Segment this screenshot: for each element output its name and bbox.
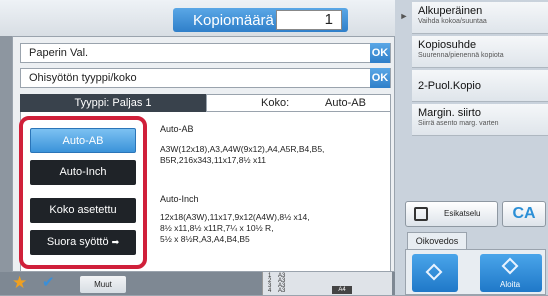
size-line: B5R,216x343,11x17,8½ x11: [160, 155, 267, 165]
start-button[interactable]: Aloita: [480, 254, 542, 292]
paper-select-label: Paperin Val.: [29, 47, 89, 59]
auto-inch-title: Auto-Inch: [160, 194, 199, 204]
panel-toggle-arrow-icon[interactable]: ►: [397, 2, 411, 30]
copies-label: Kopiomäärä: [193, 12, 274, 29]
auto-ab-size-list: A3W(12x18),A3,A4W(9x12),A4,A5R,B4,B5, B5…: [160, 144, 388, 166]
tab-size-value: Auto-AB: [325, 97, 366, 109]
size-line: 12x18(A3W),11x17,9x12(A4W),8½ x14,: [160, 212, 310, 222]
tab-bar: Tyyppi: Paljas 1 Koko: Auto-AB: [20, 94, 391, 112]
right-item-title: Kopiosuhde: [418, 39, 477, 51]
right-item-margin-shift[interactable]: Margin. siirto Siirrä asento marg. varte…: [412, 104, 548, 136]
tab-size[interactable]: Koko: Auto-AB: [206, 94, 391, 112]
preview-icon: [414, 207, 428, 221]
check-icon[interactable]: ✔: [42, 273, 55, 291]
paper-select-ok-button[interactable]: OK: [370, 43, 390, 63]
preview-button[interactable]: Esikatselu: [405, 201, 498, 227]
paper-select-row[interactable]: Paperin Val. OK: [20, 43, 391, 63]
right-item-subtitle: Siirrä asento marg. varten: [418, 120, 499, 127]
right-item-subtitle: Suurenna/pienennä kopiota: [418, 52, 504, 59]
right-item-copy-ratio[interactable]: Kopiosuhde Suurenna/pienennä kopiota: [412, 36, 548, 68]
bypass-type-size-row[interactable]: Ohisyötön tyyppi/koko OK: [20, 68, 391, 88]
tab-type[interactable]: Tyyppi: Paljas 1: [20, 94, 206, 112]
right-item-original[interactable]: Alkuperäinen Vaihda kokoa/suuntaa: [412, 2, 548, 34]
bypass-type-size-label: Ohisyötön tyyppi/koko: [29, 72, 137, 84]
size-line: 5½ x 8½R,A3,A4,B4,B5: [160, 234, 250, 244]
copies-bar: Kopiomäärä 1: [173, 8, 348, 32]
right-item-title: Margin. siirto: [418, 107, 481, 119]
right-item-title: Alkuperäinen: [418, 5, 483, 17]
start-label: Aloita: [500, 280, 521, 289]
right-item-duplex-copy[interactable]: 2-Puol.Kopio: [412, 70, 548, 102]
tab-size-label: Koko:: [261, 97, 290, 109]
size-line: 8½ x11,8½ x11R,7¼ x 10½ R,: [160, 223, 274, 233]
right-item-title: 2-Puol.Kopio: [418, 80, 481, 92]
auto-inch-size-list: 12x18(A3W),11x17,9x12(A4W),8½ x14, 8½ x1…: [160, 212, 388, 245]
preview-label: Esikatselu: [444, 209, 481, 218]
other-button[interactable]: Muut: [80, 276, 126, 293]
highlight-frame: [19, 116, 147, 269]
copies-input[interactable]: 1: [276, 10, 342, 30]
proof-copy-tab[interactable]: Oikovedos: [407, 232, 467, 250]
star-icon[interactable]: ★: [12, 273, 27, 293]
tray-size-badge: A4: [332, 286, 352, 294]
start-diamond-icon: [425, 263, 443, 281]
right-item-subtitle: Vaihda kokoa/suuntaa: [418, 18, 487, 25]
size-line: A3W(12x18),A3,A4W(9x12),A4,A5R,B4,B5,: [160, 144, 325, 154]
clear-all-button[interactable]: CA: [502, 201, 546, 227]
bypass-type-size-ok-button[interactable]: OK: [370, 68, 390, 88]
auto-ab-title: Auto-AB: [160, 124, 194, 134]
start-bw-button[interactable]: [412, 254, 458, 292]
start-diamond-icon: [501, 257, 519, 275]
